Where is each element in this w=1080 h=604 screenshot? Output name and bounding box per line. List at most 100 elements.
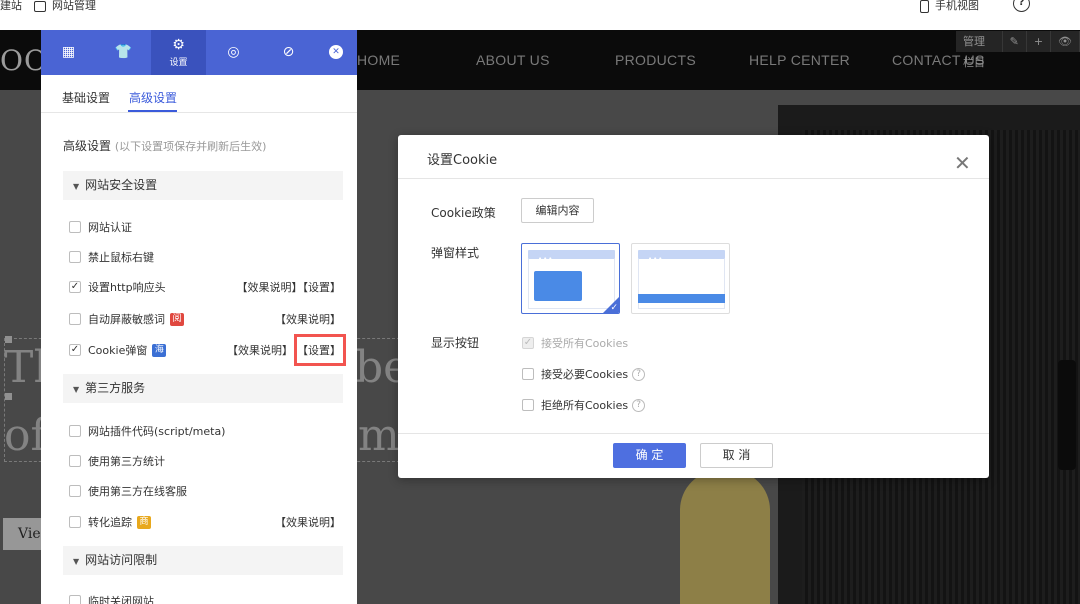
checkbox[interactable]	[69, 485, 81, 497]
section-label: 第三方服务	[85, 381, 146, 395]
setting-links[interactable]: 【效果说明】	[275, 514, 341, 530]
checkbox[interactable]	[69, 455, 81, 467]
edit-content-button[interactable]: 编辑内容	[521, 198, 594, 223]
advanced-title: 高级设置	[63, 139, 112, 153]
setting-label: 使用第三方统计	[88, 455, 165, 468]
phone-icon	[920, 0, 929, 13]
highlight-box	[294, 334, 346, 366]
checkbox[interactable]	[69, 516, 81, 528]
checkbox[interactable]	[69, 313, 81, 325]
divider	[398, 178, 989, 179]
setting-sensitive-words[interactable]: 自动屏蔽敏感词 阅 【效果说明】	[69, 311, 341, 327]
check-icon: ✓	[610, 303, 618, 313]
option-accept-necessary[interactable]: 接受必要Cookies ?	[522, 367, 646, 381]
setting-http-header[interactable]: ✓ 设置http响应头 【效果说明】【设置】	[69, 279, 341, 295]
cancel-button[interactable]: 取 消	[700, 443, 773, 468]
style-option-center[interactable]: ••• ✓	[521, 243, 620, 314]
confirm-button[interactable]: 确 定	[613, 443, 686, 468]
panel-tab-modules[interactable]: ▦	[41, 30, 96, 75]
setting-links[interactable]: 【效果说明】【设置】	[237, 279, 342, 295]
help-icon[interactable]: ?	[632, 367, 646, 381]
setting-label: 临时关闭网站	[88, 595, 154, 604]
site-manage-item[interactable]: 网站管理	[34, 0, 96, 12]
caret-down-icon: ▼	[73, 557, 80, 566]
divider	[398, 433, 989, 434]
plan-badge: 阅	[170, 312, 184, 326]
setting-label: 自动屏蔽敏感词	[88, 313, 165, 326]
setting-site-verification[interactable]: 网站认证	[69, 219, 341, 235]
setting-online-service[interactable]: 使用第三方在线客服	[69, 483, 341, 499]
panel-close-icon[interactable]: ✕	[329, 45, 343, 59]
site-build-item[interactable]: 建站	[0, 0, 22, 12]
help-icon[interactable]: ?	[1013, 0, 1030, 12]
panel-tab-settings-label: 设置	[169, 57, 188, 68]
checkbox[interactable]	[69, 221, 81, 233]
setting-conversion-tracking[interactable]: 转化追踪 商 【效果说明】	[69, 514, 341, 530]
option-label: 接受必要Cookies	[541, 368, 629, 381]
cookie-settings-dialog: 设置Cookie ✕ Cookie政策 编辑内容 弹窗样式 ••• ✓ ••• …	[398, 135, 989, 478]
editor-topbar: 建站 网站管理 手机视图 ?	[0, 0, 1080, 30]
shirt-icon: 👕	[114, 44, 133, 60]
section-site-security[interactable]: ▼ 网站安全设置	[63, 171, 343, 200]
panel-tab-apps[interactable]: ◎	[206, 30, 261, 75]
help-icon[interactable]: ?	[632, 398, 646, 412]
option-label: 接受所有Cookies	[541, 337, 629, 350]
setting-links[interactable]: 【效果说明】	[275, 311, 341, 327]
grid-icon: ▦	[61, 44, 76, 60]
panel-tab-settings[interactable]: ⚙ 设置	[151, 30, 206, 75]
tab-basic-settings[interactable]: 基础设置	[62, 89, 110, 106]
panel-tab-links[interactable]: ⊘	[261, 30, 316, 75]
popup-style-label: 弹窗样式	[431, 246, 480, 260]
checkbox[interactable]	[522, 368, 534, 380]
plan-badge: 商	[137, 515, 151, 529]
setting-label: 网站认证	[88, 221, 132, 234]
gear-icon: ⚙	[172, 36, 185, 53]
option-label: 拒绝所有Cookies	[541, 399, 629, 412]
setting-disable-right-click[interactable]: 禁止鼠标右键	[69, 249, 341, 265]
section-label: 网站安全设置	[85, 178, 158, 192]
checkbox[interactable]	[69, 425, 81, 437]
checkbox-checked[interactable]: ✓	[69, 281, 81, 293]
section-access-limit[interactable]: ▼ 网站访问限制	[63, 546, 343, 575]
option-reject-all[interactable]: 拒绝所有Cookies ?	[522, 398, 646, 412]
cookie-policy-label: Cookie政策	[431, 206, 496, 220]
setting-label: 设置http响应头	[88, 281, 166, 294]
mobile-view-label: 手机视图	[935, 0, 979, 12]
checkbox[interactable]	[522, 399, 534, 411]
section-third-party[interactable]: ▼ 第三方服务	[63, 374, 343, 403]
caret-down-icon: ▼	[73, 182, 80, 191]
advanced-settings-heading: 高级设置 (以下设置项保存并刷新后生效)	[63, 137, 266, 154]
panel-tab-theme[interactable]: 👕	[96, 30, 151, 75]
active-tab-indicator	[128, 110, 177, 112]
tab-advanced-settings[interactable]: 高级设置	[129, 89, 177, 106]
dialog-title: 设置Cookie	[427, 153, 498, 168]
setting-plugin-code[interactable]: 网站插件代码(script/meta)	[69, 423, 341, 439]
caret-down-icon: ▼	[73, 385, 80, 394]
manage-icon	[34, 0, 46, 12]
checkbox-checked[interactable]: ✓	[69, 344, 81, 356]
effect-explain-link[interactable]: 【效果说明】	[227, 342, 293, 358]
mini-window-header: •••	[528, 250, 615, 263]
setting-third-party-stats[interactable]: 使用第三方统计	[69, 453, 341, 469]
checkbox[interactable]	[69, 251, 81, 263]
link-icon: ⊘	[282, 44, 295, 60]
setting-temp-close-site[interactable]: 临时关闭网站	[69, 593, 341, 604]
setting-label: 网站插件代码(script/meta)	[88, 425, 226, 438]
plan-badge: 海	[152, 343, 167, 357]
close-icon[interactable]: ✕	[954, 153, 971, 173]
checkbox[interactable]	[69, 595, 81, 604]
panel-subtabs: 基础设置 高级设置	[41, 75, 357, 113]
checkbox-checked-disabled: ✓	[522, 337, 534, 349]
display-buttons-label: 显示按钮	[431, 336, 480, 350]
mini-window-header: •••	[638, 250, 725, 263]
mobile-view-item[interactable]: 手机视图	[920, 0, 979, 13]
panel-header: ▦ 👕 ⚙ 设置 ◎ ⊘ ✕	[41, 30, 357, 75]
option-accept-all: ✓ 接受所有Cookies	[522, 336, 628, 350]
site-manage-label: 网站管理	[52, 0, 96, 12]
advanced-note: (以下设置项保存并刷新后生效)	[114, 140, 267, 153]
setting-label: 转化追踪	[88, 516, 132, 529]
setting-label: 使用第三方在线客服	[88, 485, 187, 498]
section-label: 网站访问限制	[85, 553, 158, 567]
style-option-bottom[interactable]: •••	[631, 243, 730, 314]
app-icon: ◎	[227, 44, 240, 60]
